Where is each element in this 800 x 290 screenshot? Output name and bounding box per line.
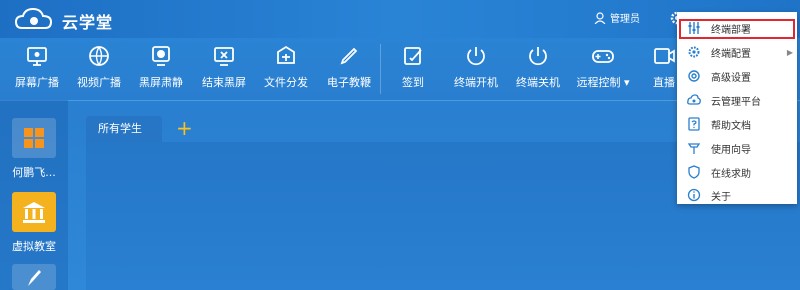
app-title: 云学堂 [62, 13, 114, 32]
windows-icon [24, 128, 44, 148]
classroom-tile [12, 192, 56, 232]
settings-icon [688, 70, 700, 82]
sidebar-item-teacher[interactable]: 何鹏飞... [0, 118, 68, 180]
video-broadcast-button[interactable]: 视频广播 [75, 38, 123, 100]
brush-tile [12, 264, 56, 290]
sign-in-button[interactable]: 签到 [397, 38, 429, 100]
windows-tile [12, 118, 56, 158]
terminal-power-on-button[interactable]: 终端开机 [451, 38, 501, 100]
menu-item-online-help[interactable]: 在线求助 [677, 161, 797, 183]
file-distribute-button[interactable]: 文件分发 [262, 38, 310, 100]
video-broadcast-icon [89, 46, 109, 66]
menu-item-advanced-settings[interactable]: 高级设置 [677, 65, 797, 87]
screen-broadcast-button[interactable]: 屏幕广播 [14, 38, 60, 100]
menu-item-cloud-platform[interactable]: 云管理平台 [677, 89, 797, 111]
highlight-box [679, 19, 795, 39]
gear-icon [688, 46, 700, 58]
add-tab-button[interactable]: + [176, 116, 193, 140]
live-icon [654, 48, 675, 64]
toolbar-divider [380, 44, 381, 94]
info-icon [687, 188, 701, 202]
electronic-pointer-button[interactable]: 电子教鞭 [325, 38, 373, 100]
user-menu[interactable]: 管理员 [594, 10, 640, 25]
menu-item-terminal-config[interactable]: 终端配置 ▶ [677, 41, 797, 63]
sidebar-item-tools[interactable] [0, 264, 68, 290]
end-black-screen-button[interactable]: 结束黑屏 [200, 38, 248, 100]
settings-dropdown-menu: 终端部署 终端配置 ▶ 高级设置 云管理平台 帮助文档 使用向导 在线求助 关于 [677, 12, 797, 204]
remote-control-button[interactable]: 远程控制 ▾ [573, 38, 633, 100]
screen-broadcast-icon [27, 47, 47, 66]
live-button[interactable]: 直播 [650, 38, 678, 100]
end-black-screen-icon [214, 47, 234, 66]
help-doc-icon [688, 117, 700, 131]
black-screen-icon [152, 46, 170, 66]
brush-icon [28, 270, 41, 286]
classroom-icon [23, 202, 45, 223]
sidebar-item-label: 虚拟教室 [12, 240, 56, 253]
submenu-arrow-icon: ▶ [786, 47, 793, 57]
sidebar: 何鹏飞... 虚拟教室 [0, 100, 68, 290]
menu-item-guide[interactable]: 使用向导 [677, 137, 797, 159]
cloud-logo-icon [14, 7, 53, 29]
black-screen-button[interactable]: 黑屏肃静 [137, 38, 185, 100]
sign-in-icon [404, 47, 422, 65]
tab-all-students[interactable]: 所有学生 [86, 116, 162, 142]
user-icon [594, 11, 606, 24]
cloud-gear-icon [687, 94, 701, 105]
menu-item-help-docs[interactable]: 帮助文档 [677, 113, 797, 135]
user-label: 管理员 [610, 14, 640, 25]
gamepad-icon [592, 50, 614, 63]
power-off-icon [529, 47, 547, 66]
menu-item-about[interactable]: 关于 [677, 184, 797, 206]
power-on-icon [467, 47, 485, 66]
shield-icon [688, 165, 700, 179]
guide-icon [687, 143, 701, 154]
sidebar-item-label: 何鹏飞... [12, 166, 56, 179]
sidebar-item-virtual-classroom[interactable]: 虚拟教室 [0, 192, 68, 254]
terminal-power-off-button[interactable]: 终端关机 [513, 38, 563, 100]
file-distribute-icon [277, 45, 295, 64]
pen-icon [340, 47, 358, 65]
